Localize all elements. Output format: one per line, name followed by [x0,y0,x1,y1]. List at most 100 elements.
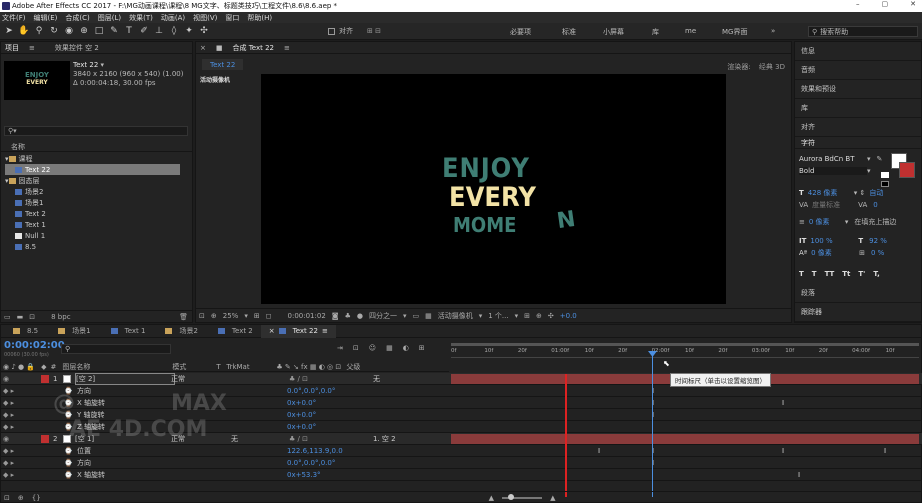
keyframe-icon[interactable]: I [782,399,784,407]
type-style-button[interactable]: T [799,270,804,278]
white-swatch[interactable] [881,172,889,178]
stroke-width-value[interactable]: 0 像素 [809,217,845,227]
keyframe-icon[interactable]: I [798,471,800,479]
region-icon[interactable]: ▭ [412,312,419,320]
tab-project[interactable]: 项目 [5,43,19,53]
help-search[interactable]: ⚲ 搜索帮助 [808,26,918,37]
keyframe-icon[interactable]: I [782,447,784,455]
col-mode[interactable]: 模式 [172,362,216,372]
current-time[interactable]: 0:00:02:00 [4,340,65,351]
zoom-in-icon[interactable]: ▲ [550,494,555,502]
trash-icon[interactable]: 🗑 [179,313,188,321]
workspace-0[interactable]: 必要项 [510,27,531,37]
menu-item-7[interactable]: 窗口 [225,13,239,23]
magnify-icon[interactable]: ⊕ [211,312,217,320]
project-item[interactable]: Text 2 [5,208,185,219]
hand-tool-icon[interactable]: ✋ [18,25,30,37]
project-search[interactable]: ⚲▾ [4,126,188,136]
property-value[interactable]: 0.0°,0.0°,0.0° [287,387,335,395]
menu-item-2[interactable]: 合成(C) [65,13,89,23]
menu-item-3[interactable]: 图层(L) [98,13,121,23]
property-value[interactable]: 0.0°,0.0°,0.0° [287,459,335,467]
close-icon[interactable]: × [200,44,206,52]
timeline-tab[interactable]: 8.5 [1,325,46,338]
project-item[interactable]: ▾ 固态层 [5,175,185,186]
always-preview-icon[interactable]: ⊡ [199,312,205,320]
interpret-icon[interactable]: ▭ [4,313,11,321]
label-color-icon[interactable] [41,434,49,443]
type-style-button[interactable]: T [812,270,817,278]
visibility-icon[interactable]: ◉ [1,435,41,443]
close-icon[interactable]: ✕ [910,0,916,8]
menu-item-4[interactable]: 效果(T) [129,13,153,23]
layer-switches[interactable]: ♣ / ⊡ [289,435,373,443]
menu-item-6[interactable]: 视图(V) [193,13,217,23]
trkmat-select[interactable]: 无 [231,434,289,444]
right-section[interactable]: 音频 [795,61,921,80]
tsume-value[interactable]: 0 % [871,249,884,257]
rotate-tool-icon[interactable]: ↻ [48,25,60,37]
resolution-select[interactable]: 四分之一 [369,311,397,321]
keyframe-nav-icon[interactable]: ◆ ▸ [1,459,41,467]
renderer-value[interactable]: 经典 3D [759,63,785,71]
tab-effects[interactable]: 效果控件 空 2 [55,43,99,53]
property-name[interactable]: 方向 [77,458,167,468]
col-parent[interactable]: 父级 [346,362,360,372]
timeline-tab[interactable]: 场景2 [153,325,205,338]
menu-icon[interactable]: ≡ [322,327,328,335]
eyedropper-icon[interactable]: ✎ [877,155,883,163]
project-item[interactable]: 8.5 [5,241,185,252]
keyframe-icon[interactable]: I [598,447,600,455]
bpc-label[interactable]: 8 bpc [51,313,70,321]
tracking-mode[interactable]: 度量标准 [812,200,858,210]
stroke-color-swatch[interactable] [899,162,915,178]
pan-behind-icon[interactable]: ⊕ [78,25,90,37]
timeline-tab[interactable]: 场景1 [46,325,98,338]
rectangle-tool-icon[interactable]: □ [93,25,105,37]
property-value[interactable]: 0x+53.3° [287,471,321,479]
views-select[interactable]: 1 个... [488,311,508,321]
comp-tab[interactable]: 合成 Text 22 [233,43,275,53]
font-size-value[interactable]: 428 像素 [808,188,854,198]
workspace-overflow-icon[interactable]: » [771,27,775,35]
workspace-1[interactable]: 标准 [562,27,576,37]
align-checkbox[interactable] [328,27,335,35]
label-color-icon[interactable] [41,374,49,383]
timeline-tab[interactable]: Text 2 [206,325,261,338]
project-item[interactable]: Text 1 [5,219,185,230]
dropdown-icon[interactable]: ▾ [867,155,871,163]
snapshot-icon[interactable]: ◙ [332,312,339,320]
minimize-icon[interactable]: – [856,0,860,8]
vscale-value[interactable]: 100 % [810,237,858,245]
right-section[interactable]: 效果和预设 [795,80,921,99]
stopwatch-icon[interactable]: ⌚ [41,459,77,467]
mask-icon[interactable]: ◻ [266,312,272,320]
visibility-icon[interactable]: ◉ [1,375,41,383]
shy-icon[interactable]: ☺ [369,344,376,352]
menu-item-8[interactable]: 帮助(H) [247,13,272,23]
layer-row[interactable]: ◉ 1 [空 2] 正常 ♣ / ⊡ 无 [1,372,922,385]
reset-exposure-icon[interactable]: ✣ [548,312,554,320]
project-item[interactable]: Text 22 [5,164,180,175]
keyframe-icon[interactable]: I [884,447,886,455]
color-icon[interactable]: ● [357,312,363,320]
grid-icon[interactable]: ⊞ [254,312,260,320]
dropdown-icon[interactable]: ▾ [479,312,483,320]
zoom-slider[interactable] [502,493,543,500]
view-select[interactable]: 活动摄像机 [438,311,473,321]
clone-tool-icon[interactable]: ⊥ [153,25,165,37]
keyframe-nav-icon[interactable]: ◆ ▸ [1,411,41,419]
work-area-bar[interactable] [451,343,919,346]
tracking-value[interactable]: 0 [873,201,877,209]
style-select[interactable]: Bold [799,167,867,175]
transparency-icon[interactable]: ▦ [425,312,432,320]
leading-value[interactable]: 自动 [869,188,883,198]
right-section[interactable]: 库 [795,99,921,118]
pen-tool-icon[interactable]: ✎ [108,25,120,37]
fast-preview-icon[interactable]: ⊞ [524,312,530,320]
property-name[interactable]: 位置 [77,446,167,456]
roto-tool-icon[interactable]: ✦ [183,25,195,37]
baseline-value[interactable]: 0 像素 [811,248,859,258]
zoom-out-icon[interactable]: ▲ [489,494,494,502]
font-select[interactable]: Aurora BdCn BT [799,155,867,163]
